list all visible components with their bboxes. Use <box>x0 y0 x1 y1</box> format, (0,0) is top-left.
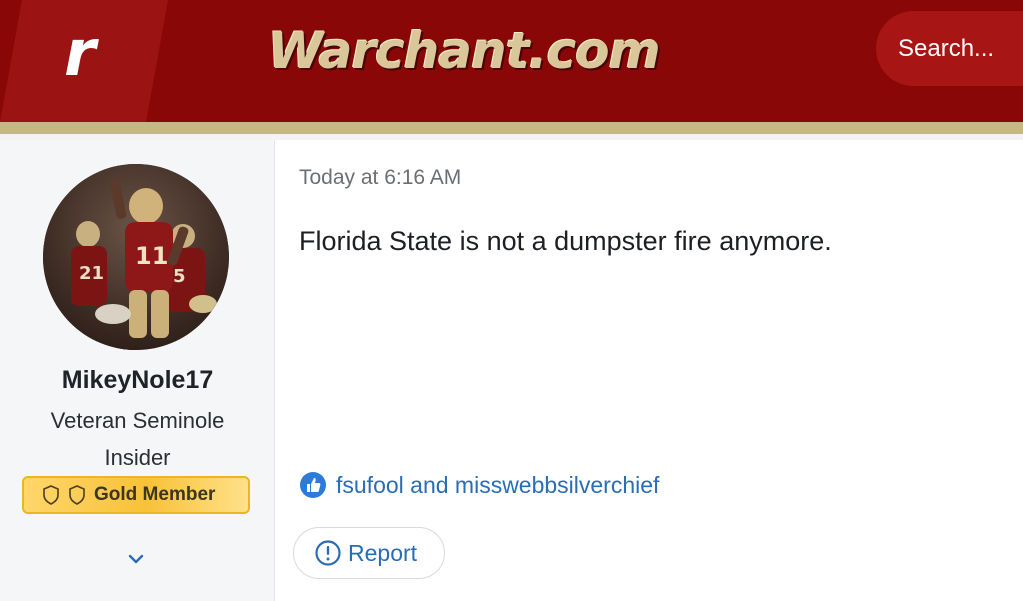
chevron-down-icon[interactable] <box>125 548 147 570</box>
exclamation-circle-icon <box>315 540 341 566</box>
user-title: Veteran Seminole Insider <box>50 408 225 470</box>
post-body: Florida State is not a dumpster fire any… <box>299 226 832 256</box>
member-badge: Gold Member <box>22 476 250 514</box>
avatar[interactable]: 21 5 11 <box>43 164 229 350</box>
site-title[interactable]: Warchant.com <box>268 16 661 86</box>
report-label: Report <box>348 539 418 566</box>
site-header: r Warchant.com Search... <box>0 0 1023 122</box>
post-timestamp[interactable]: Today at 6:16 AM <box>299 166 461 190</box>
svg-text:21: 21 <box>79 263 104 284</box>
post-user-sidebar: 21 5 11 MikeyNole17 Veteran Seminole Ins… <box>0 140 275 601</box>
search-label: Search... <box>898 34 995 62</box>
header-accent-stripe <box>0 122 1023 134</box>
report-button[interactable]: Report <box>293 527 445 579</box>
brand-logo-icon[interactable]: r <box>64 14 124 94</box>
search-button[interactable]: Search... <box>876 11 1023 86</box>
avatar-image: 21 5 11 <box>43 164 229 350</box>
thumbs-up-icon <box>300 472 326 498</box>
badge-label: Gold Member <box>94 484 216 505</box>
username[interactable]: MikeyNole17 <box>0 366 275 395</box>
reaction-users-link[interactable]: fsufool and misswebbsilverchief <box>336 472 659 499</box>
svg-text:5: 5 <box>173 266 186 287</box>
shield-icon <box>69 485 85 505</box>
svg-text:11: 11 <box>135 242 168 270</box>
shield-icon <box>43 485 59 505</box>
reactions-bar[interactable]: fsufool and misswebbsilverchief <box>299 470 659 500</box>
